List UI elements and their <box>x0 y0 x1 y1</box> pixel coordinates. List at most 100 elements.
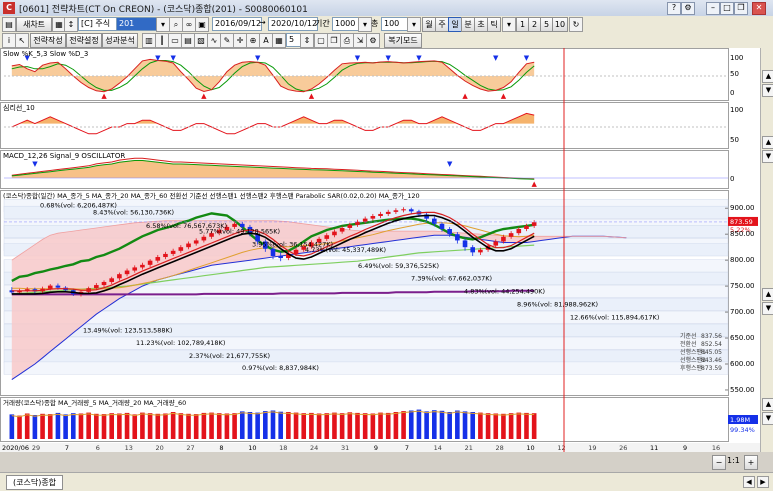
indicator-icon[interactable]: ∿ <box>207 33 221 48</box>
date-axis-tick: 18 <box>279 444 287 452</box>
zoom-icon[interactable]: ⊕ <box>246 33 260 48</box>
panel-down-icon[interactable]: ▼ <box>762 412 773 425</box>
tab-kosdaq[interactable]: (코스닥)종합 <box>6 475 64 490</box>
chart-area[interactable]: ▼ ▼ ▼ ▼ ▼ ▼ ▼ ▼ ▼ ▲ ▲ ▲ ▲ ▲ Slow %K_5,3 Slow %D_3 100 50… <box>0 48 760 452</box>
dropdown-icon[interactable]: ▾ <box>156 17 170 32</box>
candle-body <box>408 209 414 212</box>
restore-mode-button[interactable]: 복기모드 <box>384 33 422 48</box>
macd-label: MACD_12,26 Signal_9 OSCILLATOR <box>3 152 125 160</box>
date-axis-tick: 7 <box>405 444 409 452</box>
start-date-input[interactable]: 2016/09/12 <box>212 17 262 31</box>
save-icon[interactable]: ▢ <box>314 33 328 48</box>
volume-bar <box>247 412 253 439</box>
performance-button[interactable]: 성과분석 <box>102 33 138 48</box>
crosshair-icon[interactable]: ✛ <box>233 33 247 48</box>
chart-canvas[interactable]: ▼ ▼ ▼ ▼ ▼ ▼ ▼ ▼ ▼▲ ▲ ▲ ▲ ▲Slow %K_5,3 Slow %D_3 10050… <box>0 48 760 452</box>
count-spinner[interactable]: ▾ <box>407 17 421 32</box>
volume-profile-label: 12.66%(vol: 115,894,617K) <box>570 313 659 321</box>
legend-value: 852.54 <box>701 341 722 348</box>
candle-body <box>385 211 391 214</box>
volume-bar <box>270 410 276 439</box>
end-date-input[interactable]: 2020/10/12 <box>268 17 318 31</box>
panel-down-icon[interactable]: ▼ <box>762 150 773 163</box>
panel-up-icon[interactable]: ▲ <box>762 288 773 301</box>
interval-week-button[interactable]: 주 <box>435 17 449 32</box>
interval-dropdown-icon[interactable]: ▾ <box>502 17 516 32</box>
candle-body <box>147 260 153 265</box>
candle-body <box>270 248 276 256</box>
config-icon[interactable]: ⚙ <box>366 33 380 48</box>
close-icon[interactable]: ✕ <box>752 2 766 15</box>
volume-bar <box>385 412 391 439</box>
table-icon[interactable]: ▦ <box>272 33 286 48</box>
minimize-icon[interactable]: – <box>706 2 720 15</box>
strategy-make-button[interactable]: 전략작성 <box>30 33 66 48</box>
print-icon[interactable]: ⎙ <box>340 33 354 48</box>
split-icon[interactable]: ▧ <box>194 33 208 48</box>
panel-down-icon[interactable]: ▼ <box>762 84 773 97</box>
interval-day-button[interactable]: 일 <box>448 17 462 32</box>
calendar-icon[interactable]: ▣ <box>195 17 209 32</box>
zoom-in-button[interactable]: + <box>744 455 758 470</box>
zoom-out-button[interactable]: − <box>712 455 726 470</box>
market-select[interactable]: [C] 주식 <box>78 17 118 31</box>
text-icon[interactable]: A <box>259 33 273 48</box>
period-spinner[interactable]: ▾ <box>358 17 372 32</box>
code-input[interactable]: 201 <box>116 17 158 31</box>
maximize-icon[interactable]: □ <box>720 2 734 15</box>
candle-body <box>101 281 107 286</box>
candle-body <box>170 250 176 254</box>
spin-arrows-icon[interactable]: ⇕ <box>300 33 314 48</box>
volume-bar <box>9 414 15 439</box>
interval-month-button[interactable]: 월 <box>422 17 436 32</box>
window-icon[interactable]: ▭ <box>168 33 182 48</box>
vertical-scrollbar[interactable]: ▲ ▼ ▲ ▼ ▲ ▼ ▲ ▼ <box>760 48 773 452</box>
psych-panel-frame <box>0 102 729 149</box>
interval-tick-button[interactable]: 틱 <box>487 17 501 32</box>
info-icon[interactable]: i <box>2 33 16 48</box>
panel-up-icon[interactable]: ▲ <box>762 70 773 83</box>
volume-bar <box>78 413 84 439</box>
pen-icon[interactable]: ✎ <box>220 33 234 48</box>
multiplier-10-button[interactable]: 10 <box>552 17 568 32</box>
tab-prev-icon[interactable]: ◀ <box>743 476 755 488</box>
link-icon[interactable]: ∞ <box>182 17 196 32</box>
refresh-icon[interactable]: ↻ <box>569 17 583 32</box>
panel-up-icon[interactable]: ▲ <box>762 398 773 411</box>
search-icon[interactable]: ⌕ <box>169 17 183 32</box>
volume-bar <box>324 413 330 439</box>
candle-icon[interactable]: ┃ <box>155 33 169 48</box>
settings-icon[interactable]: ⚙ <box>681 2 695 15</box>
copy-icon[interactable]: ❐ <box>327 33 341 48</box>
volume-profile-label: 0.97%(vol: 8,837,984K) <box>242 364 319 372</box>
candle-body <box>455 234 460 241</box>
date-axis-tick: 13 <box>125 444 133 452</box>
panel-down-icon[interactable]: ▼ <box>762 302 773 315</box>
candle-body <box>516 229 522 234</box>
count-label: 총 <box>371 19 379 28</box>
volume-bar <box>485 413 491 439</box>
export-icon[interactable]: ⇲ <box>353 33 367 48</box>
macd-axis-label: 0 <box>730 175 734 183</box>
chart-type-icon[interactable]: ▥ <box>142 33 156 48</box>
sell-signal-arrow: ▼ <box>416 54 422 62</box>
candle-body <box>332 231 337 236</box>
candle-body <box>339 227 345 232</box>
new-chart-button[interactable]: 새차트 <box>16 17 52 32</box>
cursor-icon[interactable]: ↖ <box>15 33 29 48</box>
tab-next-icon[interactable]: ▶ <box>757 476 769 488</box>
lock-icon[interactable]: ▤ <box>2 17 16 32</box>
date-axis-tick: 19 <box>588 444 596 452</box>
candle-body <box>462 240 468 248</box>
interval-minute-button[interactable]: 분 <box>461 17 475 32</box>
strategy-settings-button[interactable]: 전략설정 <box>66 33 102 48</box>
volume-bar <box>186 413 191 439</box>
help-icon[interactable]: ? <box>667 2 681 15</box>
restore-icon[interactable]: ❐ <box>734 2 748 15</box>
date-axis-tick: 26 <box>619 444 627 452</box>
interval-second-button[interactable]: 초 <box>474 17 488 32</box>
panel-up-icon[interactable]: ▲ <box>762 136 773 149</box>
layout-icon[interactable]: ▤ <box>181 33 195 48</box>
arrows-icon[interactable]: ↕ <box>64 17 78 32</box>
volume-bar <box>408 410 414 439</box>
